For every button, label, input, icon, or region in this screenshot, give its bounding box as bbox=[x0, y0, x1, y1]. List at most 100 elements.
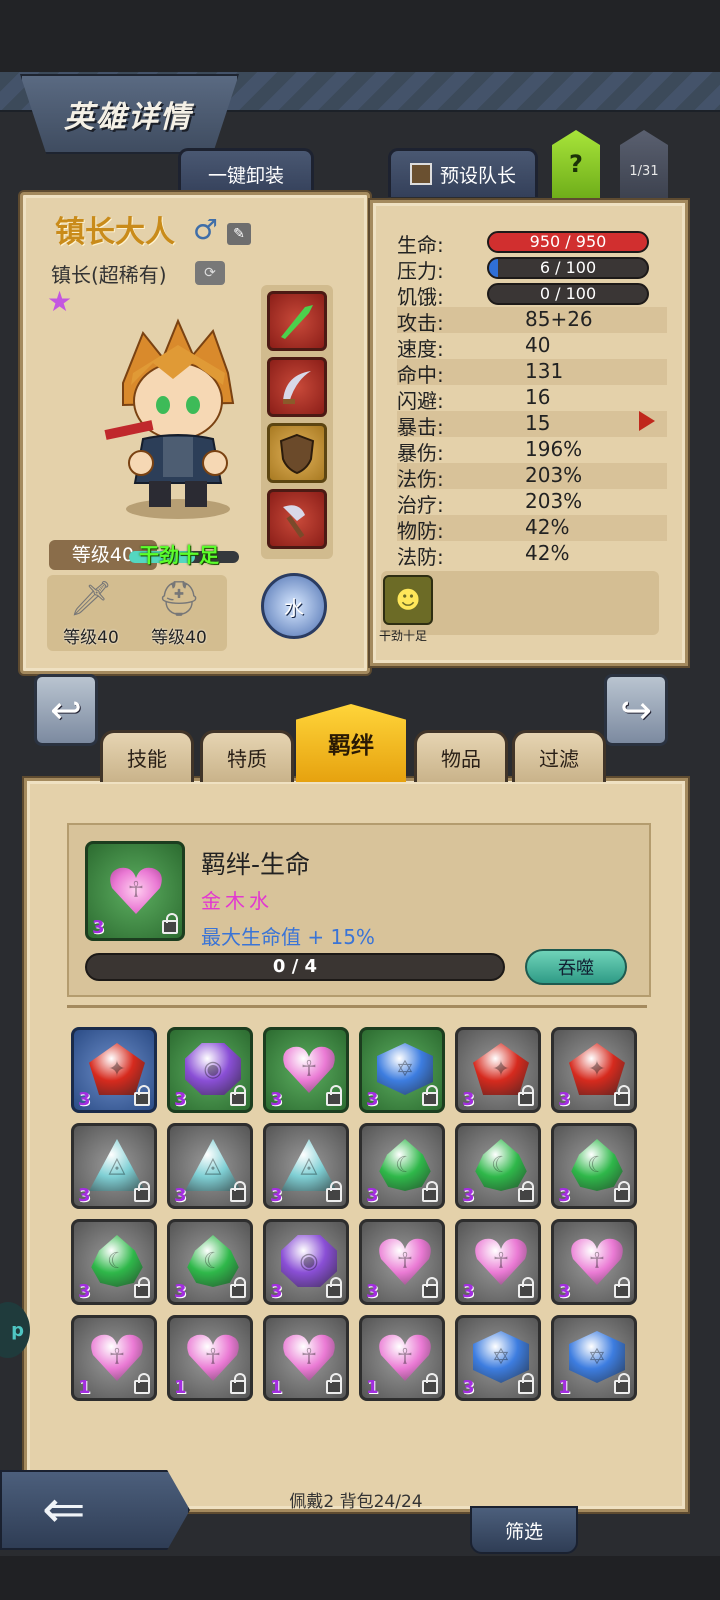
stat-value: 42% bbox=[525, 541, 570, 565]
lock-icon bbox=[614, 1181, 630, 1202]
lock-icon bbox=[134, 1181, 150, 1202]
edit-name-icon[interactable]: ✎ bbox=[227, 223, 251, 245]
weapon-gear[interactable]: 🗡 等级40 bbox=[51, 575, 131, 648]
equip-slot-scimitar[interactable] bbox=[267, 357, 327, 417]
back-button[interactable]: ⇐ bbox=[0, 1470, 190, 1550]
equip-slot-dagger[interactable] bbox=[267, 291, 327, 351]
preset-leader-toggle[interactable]: 预设队长 bbox=[388, 148, 538, 197]
tab-skills[interactable]: 技能 bbox=[100, 730, 194, 782]
unequip-all-button[interactable]: 一键卸装 bbox=[178, 148, 314, 197]
gem-count: 3 bbox=[462, 1089, 475, 1110]
lock-icon bbox=[230, 1085, 246, 1106]
back-arrow-icon: ⇐ bbox=[42, 1480, 86, 1540]
gem-count: 3 bbox=[174, 1281, 187, 1302]
gem-slot[interactable]: ☥ 1 bbox=[359, 1315, 445, 1401]
lock-icon bbox=[422, 1085, 438, 1106]
bond-detail: ☥ 3 羁绊-生命 金木水 最大生命值 + 15% 0 / 4 吞噬 bbox=[67, 823, 651, 997]
page-title: 英雄详情 bbox=[64, 100, 192, 135]
gem-slot[interactable]: ☥ 1 bbox=[263, 1315, 349, 1401]
lock-icon bbox=[614, 1373, 630, 1394]
bond-elements: 金木水 bbox=[201, 889, 273, 913]
tab-filter[interactable]: 过滤 bbox=[512, 730, 606, 782]
gem-count: 3 bbox=[270, 1089, 283, 1110]
gear-panel: 🗡 等级40 ⛑ 等级40 bbox=[47, 575, 227, 651]
gem-slot[interactable]: ☾ 3 bbox=[71, 1219, 157, 1305]
gem-slot[interactable]: ☾ 3 bbox=[551, 1123, 637, 1209]
gem-slot[interactable]: ☥ 3 bbox=[455, 1219, 541, 1305]
equipment-slots bbox=[261, 285, 333, 559]
gem-slot[interactable]: ☥ 1 bbox=[71, 1315, 157, 1401]
lock-icon bbox=[422, 1277, 438, 1298]
stat-row: 命中: 131 bbox=[397, 359, 667, 387]
element-water-badge[interactable]: 水 bbox=[261, 573, 327, 639]
gem-slot[interactable]: ☾ 3 bbox=[167, 1219, 253, 1305]
gem-slot[interactable]: ☾ 3 bbox=[455, 1123, 541, 1209]
gem-count: 3 bbox=[270, 1185, 283, 1206]
stat-row: 闪避: 16 bbox=[397, 385, 667, 413]
stat-label: 速度: bbox=[397, 337, 444, 361]
tab-bonds[interactable]: 羁绊 bbox=[296, 704, 406, 782]
green-dagger-icon bbox=[281, 305, 313, 339]
equip-slot-shield[interactable] bbox=[267, 423, 327, 483]
stat-hunger: 饥饿: 0 / 100 bbox=[397, 281, 667, 309]
gem-slot[interactable]: ◬ 3 bbox=[167, 1123, 253, 1209]
gem-slot[interactable]: ◬ 3 bbox=[263, 1123, 349, 1209]
bond-effect: 最大生命值 + 15% bbox=[201, 925, 375, 949]
gem-slot[interactable]: ✦ 3 bbox=[551, 1027, 637, 1113]
equip-slot-axe[interactable] bbox=[267, 489, 327, 549]
gem-slot[interactable]: ☥ 3 bbox=[263, 1027, 349, 1113]
stat-row: 攻击: 85+26 bbox=[397, 307, 667, 335]
stat-value: 16 bbox=[525, 385, 551, 409]
previous-hero-button[interactable]: ↩ bbox=[34, 674, 98, 746]
help-button[interactable]: ? bbox=[552, 130, 600, 198]
bond-name: 羁绊-生命 bbox=[201, 850, 311, 879]
tri-gem-icon: ◬ bbox=[89, 1139, 145, 1191]
lock-icon bbox=[162, 913, 178, 934]
gem-slot[interactable]: ☥ 3 bbox=[551, 1219, 637, 1305]
gem-slot[interactable]: ◉ 3 bbox=[263, 1219, 349, 1305]
tab-items[interactable]: 物品 bbox=[414, 730, 508, 782]
gem-count: 3 bbox=[78, 1089, 91, 1110]
tab-traits[interactable]: 特质 bbox=[200, 730, 294, 782]
gem-slot[interactable]: ☥ 3 bbox=[359, 1219, 445, 1305]
devour-button[interactable]: 吞噬 bbox=[525, 949, 627, 985]
stress-bar: 6 / 100 bbox=[487, 257, 649, 279]
gem-slot[interactable]: ☾ 3 bbox=[359, 1123, 445, 1209]
stat-value: 203% bbox=[525, 489, 583, 513]
trait-energetic-icon[interactable]: ☻ bbox=[383, 575, 433, 625]
gem-count: 3 bbox=[366, 1281, 379, 1302]
shield-icon bbox=[279, 433, 315, 475]
stats-card: 生命: 950 / 950 压力: 6 / 100 饥饿: 0 / 100 攻击… bbox=[370, 200, 688, 666]
stat-label: 法伤: bbox=[397, 467, 444, 491]
gem-count: 3 bbox=[462, 1377, 475, 1398]
lock-icon bbox=[518, 1373, 534, 1394]
heart-gem-icon: ☥ bbox=[281, 1331, 337, 1383]
gem-slot[interactable]: ✡ 1 bbox=[551, 1315, 637, 1401]
preset-leader-checkbox[interactable] bbox=[409, 163, 432, 185]
gem-slot[interactable]: ✡ 3 bbox=[455, 1315, 541, 1401]
stat-row: 暴伤: 196% bbox=[397, 437, 667, 465]
hunger-value: 0 / 100 bbox=[539, 284, 597, 303]
bond-gem-slot[interactable]: ☥ 3 bbox=[85, 841, 185, 941]
armor-gear[interactable]: ⛑ 等级40 bbox=[139, 575, 219, 648]
gem-slot[interactable]: ☥ 1 bbox=[167, 1315, 253, 1401]
gem-count: 1 bbox=[78, 1377, 91, 1398]
stat-row: 法伤: 203% bbox=[397, 463, 667, 491]
arrow-left-icon: ↩ bbox=[50, 688, 82, 732]
gem-slot[interactable]: ◉ 3 bbox=[167, 1027, 253, 1113]
arrow-right-icon: ↪ bbox=[620, 688, 652, 732]
male-gender-icon: ♂ bbox=[193, 213, 219, 246]
gem-slot[interactable]: ✦ 3 bbox=[455, 1027, 541, 1113]
gem-slot[interactable]: ✡ 3 bbox=[359, 1027, 445, 1113]
swap-class-icon[interactable]: ⟳ bbox=[195, 261, 225, 285]
lock-icon bbox=[614, 1277, 630, 1298]
unequip-all-label: 一键卸装 bbox=[207, 164, 284, 187]
stat-label: 攻击: bbox=[397, 311, 444, 335]
gem-slot[interactable]: ◬ 3 bbox=[71, 1123, 157, 1209]
filter-button[interactable]: 筛选 bbox=[470, 1506, 578, 1554]
gem-slot[interactable]: ✦ 3 bbox=[71, 1027, 157, 1113]
sword-icon: 🗡 bbox=[69, 579, 113, 619]
hero-index-tab[interactable]: 1/31 bbox=[620, 130, 668, 198]
gem-count: 3 bbox=[174, 1089, 187, 1110]
stat-expand-arrow-icon[interactable] bbox=[639, 411, 655, 431]
